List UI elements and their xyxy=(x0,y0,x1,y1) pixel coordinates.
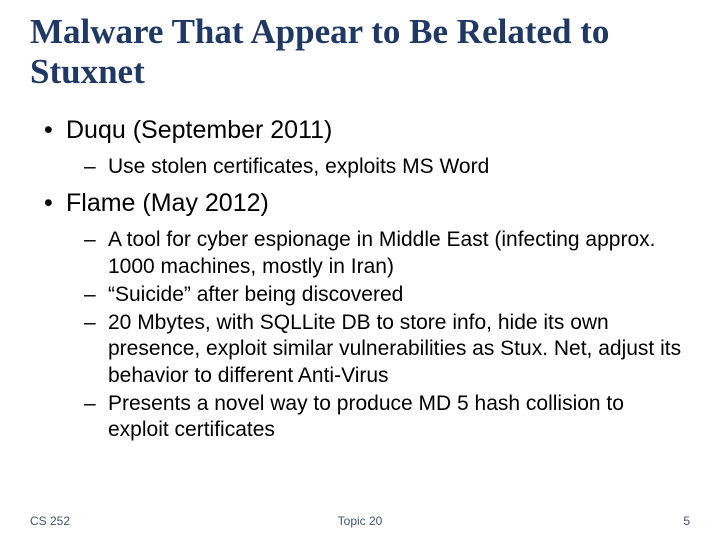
list-item: Duqu (September 2011) Use stolen certifi… xyxy=(38,115,690,181)
sub-list: A tool for cyber espionage in Middle Eas… xyxy=(66,227,690,443)
bullet-text: Flame (May 2012) xyxy=(66,189,269,217)
sub-list-item: 20 Mbytes, with SQLLite DB to store info… xyxy=(66,310,690,389)
footer-center: Topic 20 xyxy=(338,514,383,528)
bullet-list: Duqu (September 2011) Use stolen certifi… xyxy=(38,115,690,444)
sub-list-item: “Suicide” after being discovered xyxy=(66,282,690,308)
slide-body: Duqu (September 2011) Use stolen certifi… xyxy=(30,115,690,444)
footer-page-number: 5 xyxy=(683,514,690,528)
footer-left: CS 252 xyxy=(30,514,70,528)
sub-list-item: Use stolen certificates, exploits MS Wor… xyxy=(66,154,690,180)
sub-list: Use stolen certificates, exploits MS Wor… xyxy=(66,154,690,180)
bullet-text: Duqu (September 2011) xyxy=(66,116,332,144)
slide-title: Malware That Appear to Be Related to Stu… xyxy=(30,12,690,93)
sub-list-item: A tool for cyber espionage in Middle Eas… xyxy=(66,227,690,280)
list-item: Flame (May 2012) A tool for cyber espion… xyxy=(38,188,690,443)
slide-footer: CS 252 Topic 20 5 xyxy=(0,514,720,528)
sub-list-item: Presents a novel way to produce MD 5 has… xyxy=(66,391,690,444)
